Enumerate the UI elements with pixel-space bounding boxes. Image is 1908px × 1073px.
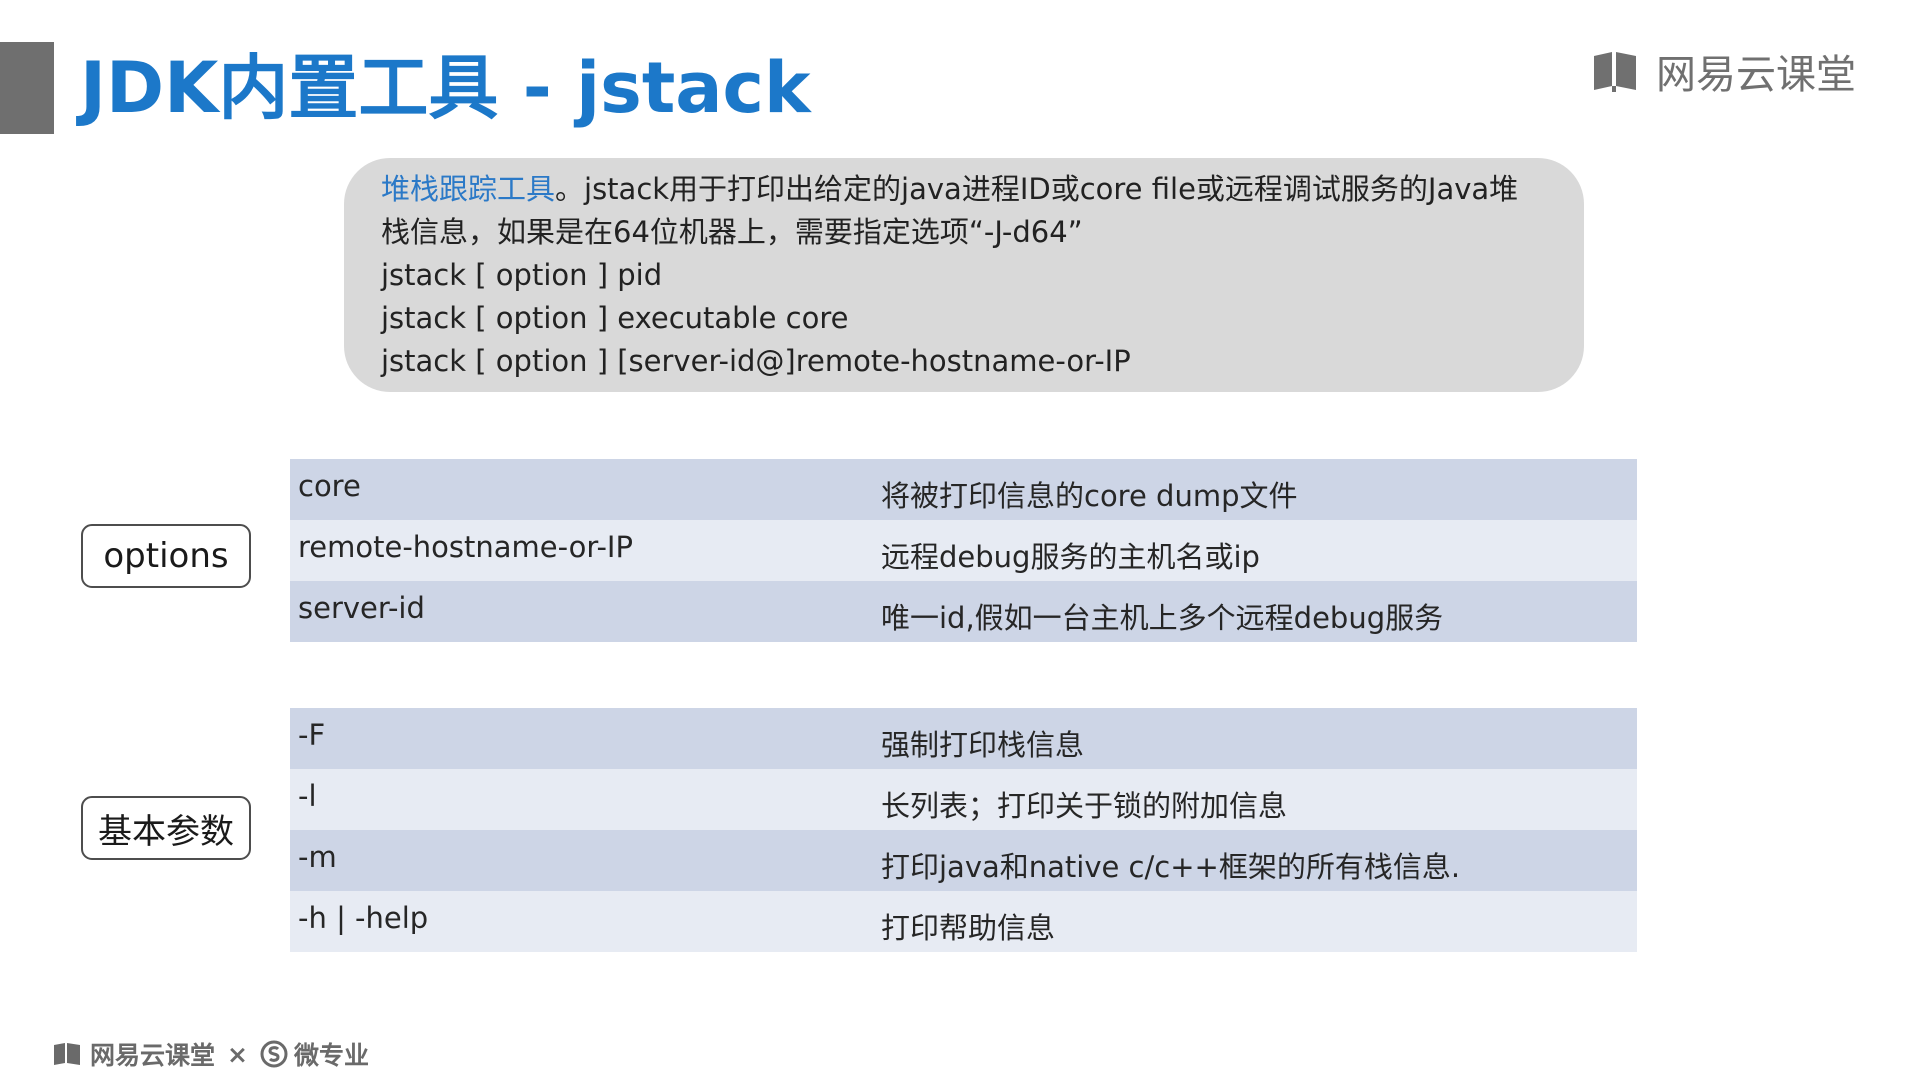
params-table: -F 强制打印栈信息 -l 长列表；打印关于锁的附加信息 -m 打印java和n… — [290, 708, 1637, 952]
table-row: -F 强制打印栈信息 — [290, 708, 1637, 769]
options-label: options — [81, 524, 251, 588]
option-desc: 唯一id,假如一台主机上多个远程debug服务 — [881, 601, 1444, 635]
param-name: -F — [298, 718, 326, 752]
usage-line: jstack [ option ] pid — [381, 258, 663, 292]
usage-line: jstack [ option ] [server-id@]remote-hos… — [381, 344, 1131, 378]
table-row: server-id 唯一id,假如一台主机上多个远程debug服务 — [290, 581, 1637, 642]
book-logo-icon — [1594, 52, 1636, 92]
option-name: server-id — [298, 591, 425, 625]
brand-logo: 网易云课堂 — [1590, 42, 1856, 100]
footer-branding: 网易云课堂 × 微专业 — [52, 1036, 369, 1072]
slide-title: JDK内置工具 - jstack — [80, 47, 811, 129]
option-name: remote-hostname-or-IP — [298, 530, 633, 564]
param-desc: 强制打印栈信息 — [881, 728, 1085, 762]
option-desc: 将被打印信息的core dump文件 — [881, 479, 1298, 513]
usage-line: jstack [ option ] executable core — [381, 301, 849, 335]
table-row: -m 打印java和native c/c++框架的所有栈信息. — [290, 830, 1637, 891]
param-desc: 打印java和native c/c++框架的所有栈信息. — [881, 850, 1461, 884]
description-paragraph: 堆栈跟踪工具。jstack用于打印出给定的java进程ID或core file或… — [381, 168, 1534, 254]
description-highlight: 堆栈跟踪工具 — [381, 172, 556, 206]
table-row: core 将被打印信息的core dump文件 — [290, 459, 1637, 520]
param-name: -l — [298, 779, 317, 813]
param-desc: 打印帮助信息 — [881, 911, 1056, 945]
footer-brand-name: 网易云课堂 — [90, 1041, 216, 1070]
option-desc: 远程debug服务的主机名或ip — [881, 540, 1260, 574]
book-logo-icon — [54, 1043, 80, 1065]
options-table: core 将被打印信息的core dump文件 remote-hostname-… — [290, 459, 1637, 642]
title-accent-bar — [0, 42, 54, 134]
param-name: -h | -help — [298, 901, 429, 935]
weizhuanye-logo-icon — [260, 1040, 288, 1068]
table-row: -h | -help 打印帮助信息 — [290, 891, 1637, 952]
option-name: core — [298, 469, 361, 503]
description-box: 堆栈跟踪工具。jstack用于打印出给定的java进程ID或core file或… — [344, 158, 1584, 392]
params-label: 基本参数 — [81, 796, 251, 860]
table-row: remote-hostname-or-IP 远程debug服务的主机名或ip — [290, 520, 1637, 581]
footer-partner-name: 微专业 — [293, 1041, 369, 1070]
param-name: -m — [298, 840, 337, 874]
footer-separator: × — [227, 1039, 248, 1069]
brand-name: 网易云课堂 — [1656, 52, 1856, 98]
table-row: -l 长列表；打印关于锁的附加信息 — [290, 769, 1637, 830]
param-desc: 长列表；打印关于锁的附加信息 — [881, 789, 1288, 823]
